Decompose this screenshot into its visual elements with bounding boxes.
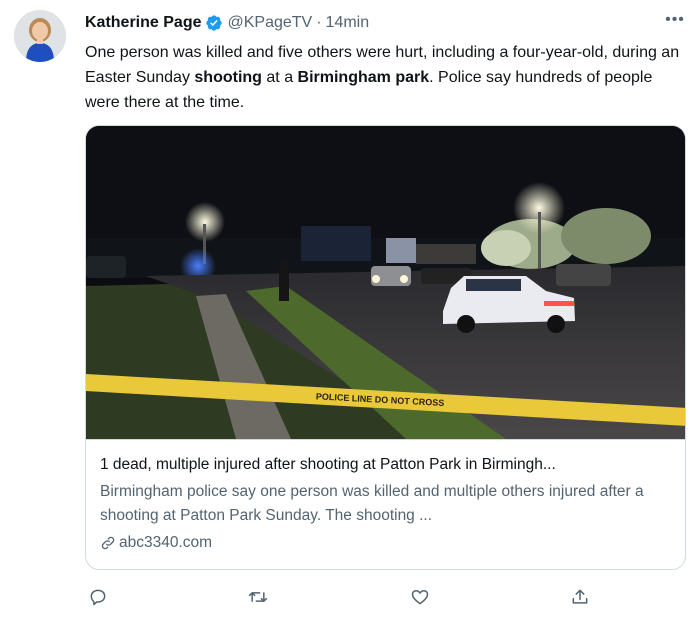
retweet-icon — [248, 592, 268, 602]
share-button[interactable] — [565, 582, 595, 612]
tweet-actions — [80, 582, 600, 612]
tweet-text: One person was killed and five others we… — [85, 40, 685, 115]
avatar[interactable] — [14, 10, 66, 62]
tweet-text-part: at a — [261, 69, 298, 86]
author-handle[interactable]: @KPageTV — [227, 14, 312, 32]
avatar-image — [14, 10, 66, 62]
link-preview-card[interactable]: POLICE LINE DO NOT CROSS 1 dead, multipl… — [85, 125, 686, 570]
more-options-icon[interactable]: ••• — [664, 12, 686, 34]
tweet-text-bold-park: Birmingham park — [297, 69, 430, 86]
tweet-header: Katherine Page @KPageTV · 14min ••• — [85, 12, 686, 34]
reply-button[interactable] — [83, 582, 113, 612]
card-image: POLICE LINE DO NOT CROSS — [86, 126, 685, 439]
header-separator: · — [316, 14, 322, 31]
card-body: 1 dead, multiple injured after shooting … — [86, 439, 685, 569]
card-domain-text: abc3340.com — [119, 534, 213, 551]
verified-badge-icon — [205, 14, 223, 32]
card-domain[interactable]: abc3340.com — [100, 532, 671, 554]
share-icon — [572, 589, 588, 604]
retweet-button[interactable] — [243, 582, 273, 612]
card-description: Birmingham police say one person was kil… — [100, 483, 644, 524]
like-button[interactable] — [405, 582, 435, 612]
card-title[interactable]: 1 dead, multiple injured after shooting … — [100, 454, 671, 476]
reply-icon — [90, 589, 106, 606]
tweet-text-bold-shooting: shooting — [194, 69, 262, 86]
tweet-timestamp[interactable]: 14min — [326, 14, 370, 32]
author-display-name[interactable]: Katherine Page — [85, 14, 201, 32]
like-icon — [411, 590, 429, 605]
link-icon — [101, 536, 115, 550]
